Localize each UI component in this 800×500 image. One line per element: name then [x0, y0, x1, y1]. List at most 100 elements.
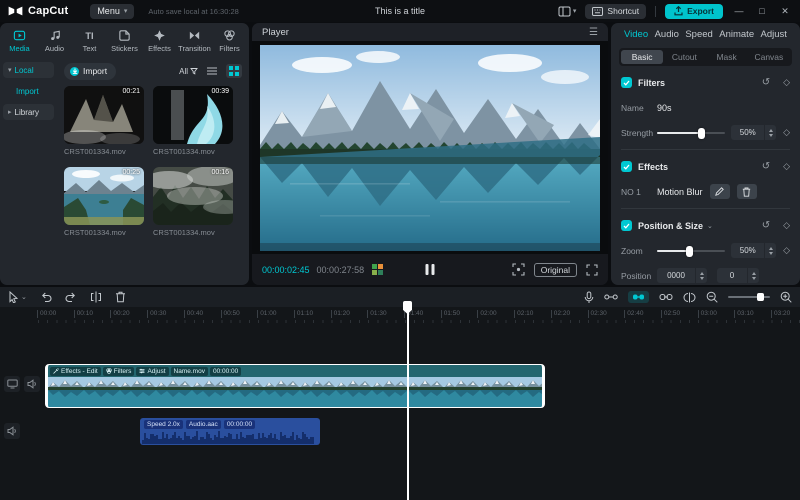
preview-axis-icon[interactable]: [683, 292, 696, 303]
reset-icon[interactable]: ↺: [762, 77, 770, 88]
inspector-subtab-mask[interactable]: Mask: [706, 50, 748, 64]
zoom-stepper[interactable]: [765, 243, 776, 258]
select-tool-button[interactable]: ⌄: [8, 291, 27, 303]
player-title: Player: [262, 27, 289, 38]
export-button[interactable]: Export: [665, 4, 723, 19]
inspector-tab-video[interactable]: Video: [624, 29, 648, 40]
keyframe-icon[interactable]: ◇: [783, 127, 790, 138]
ratio-dropdown[interactable]: Original: [534, 263, 577, 277]
position-x-value[interactable]: 0000: [657, 268, 695, 283]
reset-icon[interactable]: ↺: [762, 220, 770, 231]
tab-media[interactable]: Media: [2, 25, 37, 57]
tab-label: Text: [83, 44, 97, 53]
grid-view-button[interactable]: [226, 64, 242, 78]
playhead-line[interactable]: [407, 302, 409, 500]
effect-name-value: Motion Blur: [657, 187, 703, 197]
menu-button[interactable]: Menu ▾: [90, 4, 134, 19]
list-view-button[interactable]: [204, 64, 220, 78]
inspector-tab-animate[interactable]: Animate: [719, 29, 754, 40]
pause-button[interactable]: [426, 264, 435, 275]
filter-icon: [106, 368, 112, 374]
sidebar-item-local[interactable]: ▾Local: [3, 62, 54, 78]
keyframe-icon[interactable]: ◇: [783, 77, 790, 88]
tab-transition[interactable]: Transition: [177, 25, 212, 57]
import-label: Import: [83, 66, 107, 76]
clip-badge-label: Filters: [114, 368, 132, 375]
timeline-zoom-slider[interactable]: [728, 292, 770, 302]
reset-icon[interactable]: ↺: [762, 161, 770, 172]
player-menu-icon[interactable]: ☰: [589, 27, 598, 38]
filmstrip-frame: [480, 377, 516, 408]
edit-effect-button[interactable]: [710, 184, 730, 199]
strength-slider[interactable]: [657, 127, 725, 139]
keyframe-icon[interactable]: ◇: [783, 245, 790, 256]
media-item[interactable]: 00:39CRST001334.mov: [153, 86, 233, 156]
inspector-tab-audio[interactable]: Audio: [655, 29, 679, 40]
tab-audio[interactable]: Audio: [37, 25, 72, 57]
keyframe-icon[interactable]: ◇: [783, 220, 790, 231]
import-icon: [70, 67, 79, 76]
mute-audio-track-button[interactable]: [4, 423, 20, 439]
inspector-subtab-basic[interactable]: Basic: [621, 50, 663, 64]
tab-text[interactable]: TIText: [72, 25, 107, 57]
split-clip-icon[interactable]: [90, 291, 102, 303]
filmstrip-frame: [156, 377, 192, 408]
layout-switch-button[interactable]: ▾: [558, 6, 577, 17]
main-track-magnet-button[interactable]: [628, 291, 649, 303]
ruler-tick-label: 02:10: [514, 310, 533, 318]
delete-clip-icon[interactable]: [115, 291, 126, 303]
media-item[interactable]: 00:21CRST001334.mov: [64, 86, 144, 156]
strength-stepper[interactable]: [765, 125, 776, 140]
divider: [621, 208, 790, 209]
transition-icon: [188, 29, 201, 42]
link-clips-icon[interactable]: [659, 292, 673, 302]
mute-video-track-button[interactable]: [24, 376, 40, 392]
inspector-subtab-cutout[interactable]: Cutout: [663, 50, 705, 64]
inspector-subtab-canvas[interactable]: Canvas: [748, 50, 790, 64]
effects-checkbox[interactable]: [621, 161, 632, 172]
position-x-stepper[interactable]: [696, 268, 707, 283]
position-size-checkbox[interactable]: [621, 220, 632, 231]
media-item[interactable]: 00:25CRST001334.mov: [64, 167, 144, 237]
zoom-slider[interactable]: [657, 245, 725, 257]
position-y-stepper[interactable]: [748, 268, 759, 283]
undo-icon[interactable]: [40, 292, 52, 303]
zoom-out-icon[interactable]: [706, 291, 718, 303]
track-cover-button[interactable]: [4, 376, 20, 392]
zoom-value[interactable]: 50%: [731, 243, 764, 258]
delete-effect-button[interactable]: [737, 184, 757, 199]
fullscreen-icon[interactable]: [586, 264, 598, 276]
snap-toggle-icon[interactable]: [604, 292, 618, 302]
inspector-tab-speed[interactable]: Speed: [685, 29, 712, 40]
shortcut-button[interactable]: Shortcut: [585, 4, 646, 19]
filter-all-dropdown[interactable]: All: [179, 67, 198, 76]
media-item[interactable]: 00:16CRST001334.mov: [153, 167, 233, 237]
audio-clip[interactable]: Speed 2.0xAudio.aac00:00:00: [140, 418, 320, 445]
chevron-down-icon[interactable]: ⌄: [707, 222, 713, 230]
redo-icon[interactable]: [65, 292, 77, 303]
tab-stickers[interactable]: Stickers: [107, 25, 142, 57]
video-clip[interactable]: Effects - EditFiltersAdjustName.mov00:00…: [45, 364, 545, 408]
record-voiceover-icon[interactable]: [584, 291, 594, 304]
close-button[interactable]: ✕: [778, 6, 792, 17]
zoom-in-icon[interactable]: [780, 291, 792, 303]
list-view-icon: [207, 67, 217, 75]
minimize-button[interactable]: —: [732, 6, 746, 16]
maximize-button[interactable]: □: [755, 6, 769, 16]
import-button[interactable]: Import: [64, 63, 116, 80]
stickers-icon: [118, 29, 131, 42]
video-preview[interactable]: [252, 41, 608, 254]
keyframe-icon[interactable]: ◇: [783, 161, 790, 172]
tab-filters[interactable]: Filters: [212, 25, 247, 57]
inspector-tab-adjust[interactable]: Adjust: [761, 29, 787, 40]
sidebar-item-library[interactable]: ▸Library: [3, 104, 54, 120]
chevron-down-icon: ▾: [573, 8, 577, 15]
strength-value[interactable]: 50%: [731, 125, 764, 140]
preview-focus-icon[interactable]: [512, 263, 525, 276]
sidebar-item-import[interactable]: Import: [3, 83, 54, 99]
wand-icon: [53, 368, 59, 374]
position-y-value[interactable]: 0: [717, 268, 747, 283]
tab-effects[interactable]: Effects: [142, 25, 177, 57]
filters-checkbox[interactable]: [621, 77, 632, 88]
timeline-ruler[interactable]: 00:0000:1000:2000:3000:4000:5001:0001:10…: [0, 307, 800, 324]
